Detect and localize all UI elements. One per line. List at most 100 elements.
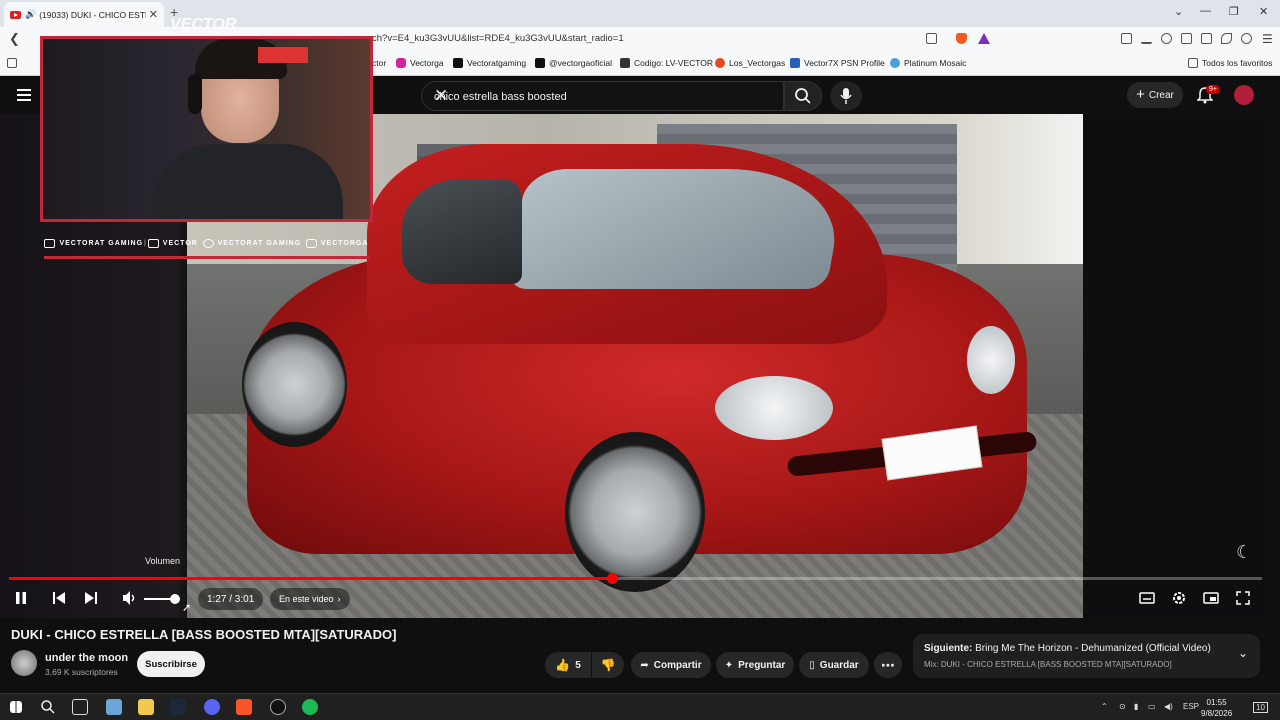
browser-tab[interactable]: 🔊 (19033) DUKI - CHICO ESTRE ✕ <box>4 2 164 27</box>
chevron-right-icon: › <box>337 594 341 604</box>
network-icon[interactable]: ⊙ <box>1119 702 1126 711</box>
maximize-button[interactable]: ❐ <box>1229 5 1239 18</box>
progress-bar[interactable] <box>9 573 1262 584</box>
notification-center-icon[interactable]: 10 <box>1253 702 1268 713</box>
time-display: 1:27 / 3:01 <box>198 588 264 610</box>
voice-search-button[interactable] <box>830 81 862 111</box>
twitch-icon <box>147 239 159 248</box>
media-icon[interactable] <box>1161 33 1172 44</box>
clear-search-icon[interactable]: ✕ <box>434 86 775 106</box>
show-hidden-icons[interactable]: ⌃ <box>1101 702 1108 711</box>
vpn-icon[interactable] <box>1241 33 1252 44</box>
steam-icon[interactable] <box>170 699 186 715</box>
bookmark-item[interactable]: Codigo: LV-VECTOR <box>620 58 713 68</box>
brave-icon[interactable] <box>236 699 252 715</box>
search-button[interactable] <box>784 81 822 111</box>
volume-icon[interactable] <box>121 589 137 607</box>
brave-shield-icon[interactable] <box>956 33 967 44</box>
volume-knob[interactable] <box>170 594 180 604</box>
in-this-video-button[interactable]: En este video › <box>270 588 350 610</box>
mouse-cursor-icon: ➚ <box>182 602 192 614</box>
more-dots-icon: ⋯ <box>881 656 895 673</box>
discord-icon[interactable] <box>204 699 220 715</box>
mix-label: Mix: DUKI - CHICO ESTRELLA [BASS BOOSTED… <box>924 660 1172 669</box>
search-icon <box>795 88 811 104</box>
close-tab-icon[interactable]: ✕ <box>149 8 158 21</box>
close-window-button[interactable]: ✕ <box>1259 5 1268 18</box>
settings-gear-icon[interactable] <box>1171 589 1187 607</box>
bookmark-item[interactable]: @vectorgaoficial <box>535 58 612 68</box>
ambient-mode-icon[interactable]: ☾ <box>1236 542 1252 563</box>
sidebar-icon[interactable] <box>1181 33 1192 44</box>
channel-name[interactable]: under the moon <box>45 652 128 664</box>
bookmark-item[interactable]: Platinum Mosaic <box>890 58 966 68</box>
mosaic-icon <box>890 58 900 68</box>
minimize-button[interactable]: — <box>1200 5 1211 17</box>
psn-icon <box>790 58 800 68</box>
plus-icon: + <box>1136 86 1145 103</box>
ask-button[interactable]: ✦ Preguntar <box>716 652 794 678</box>
mic-tray-icon[interactable]: ▮ <box>1134 702 1138 711</box>
chevron-down-icon[interactable]: ⌄ <box>1238 646 1248 660</box>
twitch-social: VECTOR <box>147 239 198 248</box>
leo-ai-icon[interactable] <box>1221 33 1232 44</box>
language-indicator[interactable]: ESP <box>1183 702 1199 711</box>
create-button[interactable]: + Crear <box>1127 82 1183 108</box>
spotify-icon[interactable] <box>302 699 318 715</box>
twitter-icon <box>202 239 214 248</box>
up-next-panel[interactable]: Siguiente: Bring Me The Horizon - Dehuma… <box>913 634 1260 678</box>
back-button[interactable]: ❮ <box>9 31 20 47</box>
user-avatar[interactable] <box>1234 85 1254 105</box>
system-clock[interactable]: 01:55 9/8/2026 <box>1201 697 1232 719</box>
bookmark-item[interactable]: ctor <box>372 58 386 68</box>
subscribe-button[interactable]: Suscribirse <box>137 651 205 677</box>
explorer-icon[interactable] <box>106 699 122 715</box>
theater-mode-icon[interactable] <box>1203 589 1219 607</box>
share-button[interactable]: ➦ Compartir <box>631 652 711 678</box>
previous-icon[interactable] <box>51 589 67 607</box>
bookmark-item[interactable]: Vectoratgaming <box>453 58 526 68</box>
bookmark-item[interactable]: Vector7X PSN Profile <box>790 58 885 68</box>
twitch-icon <box>715 58 725 68</box>
channel-avatar[interactable] <box>11 650 37 676</box>
subtitles-icon[interactable] <box>1139 589 1155 607</box>
scrubber-handle[interactable] <box>606 573 618 584</box>
speaker-icon[interactable]: ◀) <box>1164 702 1173 711</box>
tab-title: (19033) DUKI - CHICO ESTRE <box>39 9 146 20</box>
brave-rewards-icon[interactable] <box>978 33 990 44</box>
obs-icon[interactable] <box>270 699 286 715</box>
apps-icon[interactable] <box>7 58 21 68</box>
start-icon[interactable] <box>10 701 22 713</box>
extensions-icon[interactable] <box>1121 33 1132 44</box>
next-video-title: Bring Me The Horizon - Dehumanized (Offi… <box>975 643 1211 654</box>
task-view-icon[interactable] <box>72 699 88 715</box>
downloads-icon[interactable] <box>1141 33 1152 44</box>
more-actions-button[interactable]: ⋯ <box>874 652 902 678</box>
pause-icon[interactable] <box>14 589 28 607</box>
dislike-button[interactable]: 👎 <box>592 652 624 678</box>
wallet-icon[interactable] <box>1201 33 1212 44</box>
audio-playing-icon[interactable]: 🔊 <box>25 9 36 20</box>
display-icon[interactable]: ▭ <box>1148 702 1156 711</box>
like-button[interactable]: 👍 5 <box>545 652 591 678</box>
url-field[interactable]: ch?v=E4_ku3G3vUU&list=RDE4_ku3G3vUU&star… <box>372 33 624 44</box>
progress-played <box>9 577 612 580</box>
search-icon[interactable] <box>40 699 56 715</box>
instagram-icon <box>305 239 317 248</box>
sparkle-icon: ✦ <box>724 659 734 671</box>
all-favorites-folder[interactable]: Todos los favoritos <box>1188 58 1272 68</box>
twitter-social: VECTORAT GAMING <box>202 239 302 248</box>
bookmark-icon: ▯ <box>809 659 815 671</box>
save-button[interactable]: ▯ Guardar <box>799 652 869 678</box>
bookmark-page-icon <box>620 58 630 68</box>
bookmark-item[interactable]: Vectorga <box>396 58 444 68</box>
guide-menu-icon[interactable] <box>17 89 31 104</box>
tab-list-icon[interactable]: ⌄ <box>1174 5 1183 18</box>
search-input[interactable]: chico estrella bass boosted ✕ <box>421 81 784 111</box>
fullscreen-icon[interactable] <box>1235 589 1251 607</box>
menu-icon[interactable]: ☰ <box>1262 32 1273 46</box>
cast-icon[interactable] <box>926 33 937 44</box>
next-icon[interactable] <box>83 589 99 607</box>
folder-icon[interactable] <box>138 699 154 715</box>
bookmark-item[interactable]: Los_Vectorgas <box>715 58 785 68</box>
